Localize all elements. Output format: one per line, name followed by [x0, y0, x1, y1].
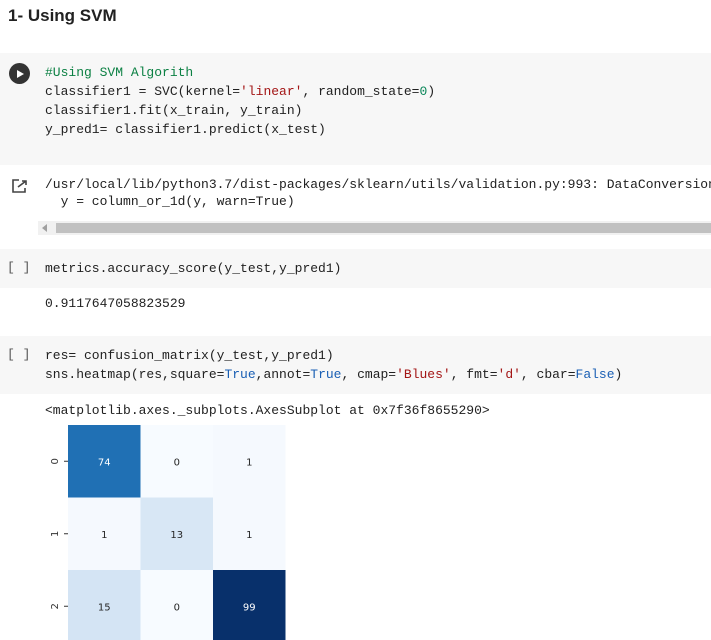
- code-line[interactable]: classifier1.fit(x_train, y_train): [45, 101, 302, 120]
- scroll-left-arrow-icon[interactable]: [42, 224, 47, 232]
- heatmap-cell-label: 13: [170, 530, 183, 541]
- axes-repr-output: <matplotlib.axes._subplots.AxesSubplot a…: [45, 403, 490, 418]
- code-line[interactable]: classifier1 = SVC(kernel='linear', rando…: [45, 82, 435, 101]
- heatmap-cell-label: 99: [243, 602, 256, 613]
- run-cell-button[interactable]: [9, 63, 30, 84]
- cell-execution-prompt[interactable]: [ ]: [7, 260, 30, 275]
- code-line[interactable]: #Using SVM Algorith: [45, 63, 193, 82]
- heatmap-cell-label: 0: [174, 457, 180, 468]
- scrollbar-thumb[interactable]: [56, 223, 711, 233]
- warning-output-line: y = column_or_1d(y, warn=True): [45, 194, 295, 209]
- code-line[interactable]: metrics.accuracy_score(y_test,y_pred1): [45, 259, 341, 278]
- heatmap-cell-label: 74: [98, 457, 111, 468]
- code-comment: #Using SVM Algorith: [45, 65, 194, 80]
- y-tick-label: 0: [50, 458, 61, 464]
- heatmap-cell-label: 1: [246, 530, 252, 541]
- cell-execution-prompt[interactable]: [ ]: [7, 347, 30, 362]
- code-line[interactable]: y_pred1= classifier1.predict(x_test): [45, 120, 326, 139]
- code-line[interactable]: res= confusion_matrix(y_test,y_pred1): [45, 346, 334, 365]
- warning-output-line: /usr/local/lib/python3.7/dist-packages/s…: [45, 177, 711, 192]
- y-tick-label: 2: [50, 603, 61, 609]
- play-icon: [16, 69, 24, 78]
- output-horizontal-scrollbar[interactable]: [38, 221, 711, 235]
- heatmap-cell-label: 15: [98, 602, 111, 613]
- code-line[interactable]: sns.heatmap(res,square=True,annot=True, …: [45, 365, 622, 384]
- accuracy-output: 0.9117647058823529: [45, 296, 186, 311]
- heatmap-cell-label: 1: [101, 530, 107, 541]
- output-redirect-icon[interactable]: [11, 178, 29, 194]
- section-heading: 1- Using SVM: [8, 6, 117, 25]
- heatmap-cell-label: 1: [246, 457, 252, 468]
- confusion-matrix-heatmap: 74 0 1 1 13 1 15 0 99 0 1 2: [50, 425, 286, 640]
- y-tick-label: 1: [50, 531, 61, 537]
- heatmap-cell-label: 0: [174, 602, 180, 613]
